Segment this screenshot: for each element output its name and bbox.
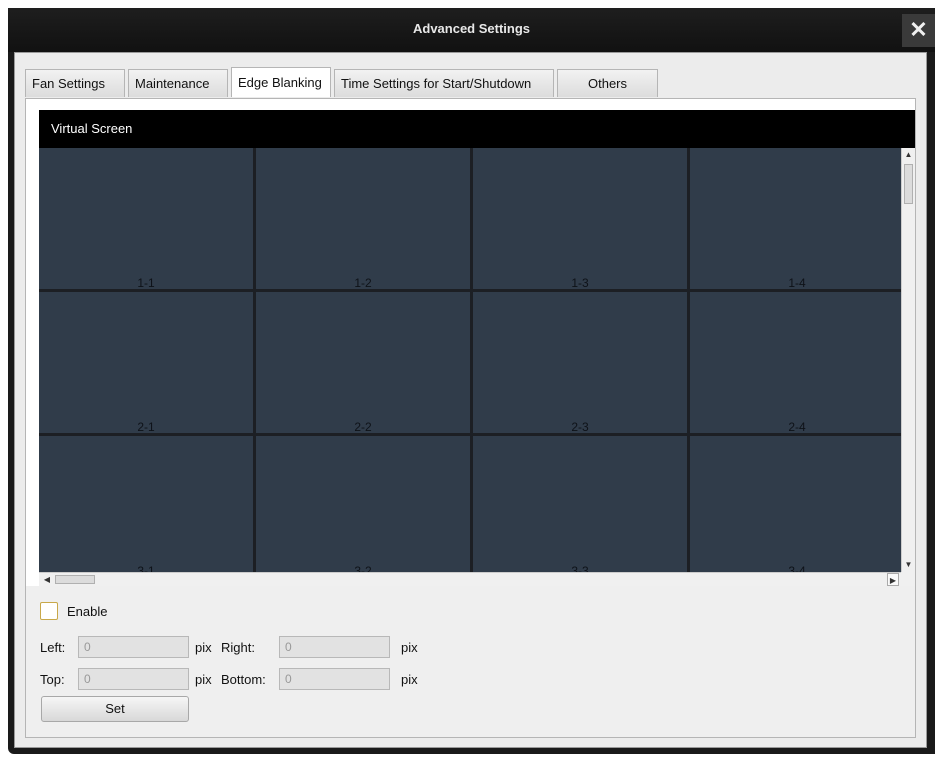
tab-others[interactable]: Others [557, 69, 658, 97]
screen-cell-label: 2-3 [571, 420, 589, 434]
top-label: Top: [40, 672, 65, 687]
screen-cell[interactable]: 2-1 [39, 292, 253, 434]
vertical-scroll-thumb[interactable] [904, 164, 913, 204]
left-input[interactable]: 0 [78, 636, 189, 658]
screen-cell[interactable]: 3-3 [473, 436, 687, 572]
dialog-title: Advanced Settings [412, 21, 531, 36]
screen-cell-label: 1-1 [137, 276, 155, 290]
edge-blanking-controls: Enable Left: 0 pix Right: 0 pix Top: 0 p… [26, 586, 915, 737]
tab-bar: Fan Settings Maintenance Edge Blanking T… [25, 67, 661, 98]
left-unit-label: pix [195, 640, 212, 655]
scrollbar-corner [901, 572, 915, 586]
set-button[interactable]: Set [41, 696, 189, 722]
screen-cell[interactable]: 1-4 [690, 148, 901, 290]
enable-row: Enable [40, 602, 107, 620]
dialog-body: Fan Settings Maintenance Edge Blanking T… [14, 52, 927, 748]
screen-cell[interactable]: 3-1 [39, 436, 253, 572]
horizontal-scrollbar[interactable]: ◀ ▶ [39, 572, 901, 586]
advanced-settings-dialog: Advanced Settings ✕ Fan Settings Mainten… [8, 8, 935, 754]
left-label: Left: [40, 640, 66, 655]
enable-label: Enable [67, 603, 108, 619]
screen-cell-label: 3-1 [137, 564, 155, 572]
scroll-right-icon[interactable]: ▶ [887, 573, 899, 586]
screen-cell-label: 1-3 [571, 276, 589, 290]
screen-cell-label: 1-4 [788, 276, 806, 290]
tab-maintenance[interactable]: Maintenance [128, 69, 228, 97]
screen-cell-label: 3-3 [571, 564, 589, 572]
tab-fan-settings[interactable]: Fan Settings [25, 69, 125, 97]
virtual-screen-grid: 1-1 1-2 1-3 1-4 2-1 2-2 2-3 2-4 3-1 3-2 … [39, 148, 901, 572]
bottom-unit-label: pix [401, 672, 418, 687]
virtual-screen-header: Virtual Screen [39, 110, 915, 148]
screen-cell-label: 2-2 [354, 420, 372, 434]
scroll-down-icon[interactable]: ▼ [902, 558, 915, 572]
screen-cell[interactable]: 3-2 [256, 436, 470, 572]
screen-cell[interactable]: 2-3 [473, 292, 687, 434]
right-input[interactable]: 0 [279, 636, 390, 658]
enable-checkbox[interactable] [40, 602, 58, 620]
scroll-up-icon[interactable]: ▲ [902, 148, 915, 162]
screen-cell-label: 2-1 [137, 420, 155, 434]
screen-cell[interactable]: 1-1 [39, 148, 253, 290]
screen-cell[interactable]: 2-2 [256, 292, 470, 434]
screen-cell[interactable]: 1-3 [473, 148, 687, 290]
screen-cell-label: 3-2 [354, 564, 372, 572]
screen-cell-label: 2-4 [788, 420, 806, 434]
title-bar[interactable]: Advanced Settings ✕ [8, 8, 935, 52]
bottom-input[interactable]: 0 [279, 668, 390, 690]
top-unit-label: pix [195, 672, 212, 687]
screen-cell[interactable]: 3-4 [690, 436, 901, 572]
right-label: Right: [221, 640, 255, 655]
tab-time-settings[interactable]: Time Settings for Start/Shutdown [334, 69, 554, 97]
vertical-scrollbar[interactable]: ▲ ▼ [901, 148, 915, 572]
horizontal-scroll-thumb[interactable] [55, 575, 95, 584]
top-input[interactable]: 0 [78, 668, 189, 690]
tab-edge-blanking[interactable]: Edge Blanking [231, 67, 331, 97]
edge-blanking-panel: Virtual Screen 1-1 1-2 1-3 1-4 2-1 2-2 2… [25, 98, 916, 738]
close-icon[interactable]: ✕ [902, 14, 935, 47]
bottom-label: Bottom: [221, 672, 266, 687]
screen-cell[interactable]: 2-4 [690, 292, 901, 434]
screen-cell-label: 3-4 [788, 564, 806, 572]
right-unit-label: pix [401, 640, 418, 655]
screen-cell[interactable]: 1-2 [256, 148, 470, 290]
screen-cell-label: 1-2 [354, 276, 372, 290]
scroll-left-icon[interactable]: ◀ [41, 573, 53, 586]
